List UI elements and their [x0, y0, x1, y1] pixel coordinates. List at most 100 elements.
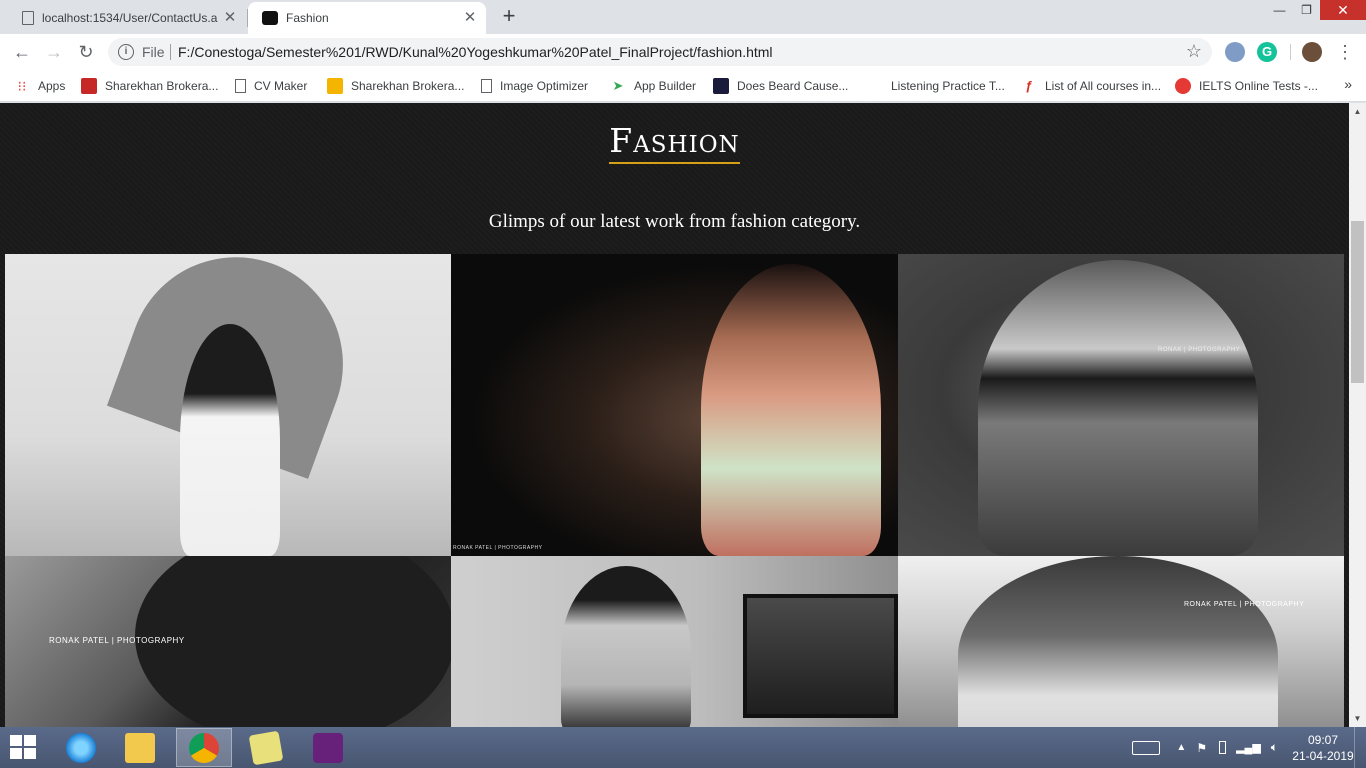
sticky-notes-icon[interactable] — [238, 728, 294, 767]
url-input[interactable] — [178, 42, 1168, 62]
grammarly-icon[interactable]: G — [1257, 42, 1277, 62]
bookmark-label: Apps — [38, 79, 66, 93]
file-explorer-icon[interactable] — [112, 728, 168, 767]
windows-taskbar: ▲ ⚑ ▂▄▆ 🔈︎ 09:07 21-04-2019 — [0, 727, 1366, 768]
vertical-scrollbar[interactable]: ▲ ▼ — [1349, 103, 1366, 727]
keyboard-icon[interactable] — [1132, 740, 1161, 755]
gallery-photo[interactable]: RONAK PATEL | PHOTOGRAPHY — [898, 556, 1344, 727]
close-icon[interactable]: ✕ — [462, 10, 478, 26]
scheme-label: File — [142, 44, 165, 60]
scroll-down-icon[interactable]: ▼ — [1349, 710, 1366, 727]
bookmark-item[interactable]: ƒ List of All courses in... — [1021, 76, 1161, 96]
chart-icon — [327, 78, 343, 94]
bookmark-label: Sharekhan Brokera... — [351, 79, 465, 93]
model-figure — [561, 566, 691, 727]
gallery-photo[interactable]: RONAK PATEL | PHOTOGRAPHY — [5, 556, 451, 727]
page-icon — [481, 79, 492, 93]
chevron-up-icon[interactable]: ▲ — [1176, 742, 1186, 753]
bookmark-item[interactable]: IELTS Online Tests -... — [1175, 76, 1318, 96]
bookmark-item[interactable]: Image Optimizer — [481, 76, 588, 96]
gallery-photo[interactable]: RONAK | PHOTOGRAPHY — [898, 254, 1344, 556]
battery-icon[interactable] — [1219, 741, 1227, 754]
back-arrow-icon[interactable]: ← — [10, 40, 34, 64]
model-figure — [701, 264, 881, 556]
divider — [170, 44, 171, 60]
bookmark-item[interactable]: CV Maker — [235, 76, 307, 96]
apps-grid-icon: ⁝⁝ — [17, 78, 27, 94]
divider — [1290, 44, 1291, 60]
clock[interactable]: 09:07 21-04-2019 — [1292, 732, 1354, 764]
internet-explorer-icon[interactable] — [53, 728, 109, 767]
camera-icon — [262, 11, 278, 25]
page-title-wrap: Fashion — [0, 121, 1349, 164]
photo-watermark: RONAK PATEL | PHOTOGRAPHY — [453, 545, 543, 551]
gallery-photo[interactable]: RONAK PATEL | PHOTOGRAPHY — [451, 254, 898, 556]
gallery-photo[interactable] — [451, 556, 898, 727]
gallery-photo[interactable] — [5, 254, 451, 556]
system-tray: ▲ ⚑ ▂▄▆ 🔈︎ 09:07 21-04-2019 — [1132, 727, 1366, 768]
model-figure — [180, 324, 280, 556]
chrome-icon[interactable] — [176, 728, 232, 767]
bookmark-label: App Builder — [634, 79, 697, 93]
scroll-up-icon[interactable]: ▲ — [1349, 103, 1366, 120]
bookmark-label: Image Optimizer — [500, 79, 589, 93]
ielts-icon — [1175, 78, 1191, 94]
tab-title: localhost:1534/User/ContactUs.a — [42, 11, 218, 25]
scroll-thumb[interactable] — [1351, 221, 1364, 383]
tab-fashion[interactable]: Fashion ✕ — [248, 2, 486, 34]
forward-arrow-icon[interactable]: → — [42, 40, 66, 64]
profile-avatar[interactable] — [1302, 42, 1322, 62]
visual-studio-icon[interactable] — [300, 728, 356, 767]
page-subtitle: Glimps of our latest work from fashion c… — [488, 211, 861, 232]
window-controls: — ❐ ✕ — [1266, 0, 1366, 22]
bookmark-item[interactable]: Does Beard Cause... — [713, 76, 848, 96]
bookmark-item[interactable]: ➤ App Builder — [610, 76, 697, 96]
photo-gallery: RONAK PATEL | PHOTOGRAPHY RONAK | PHOTOG… — [5, 254, 1344, 727]
photo-watermark: RONAK PATEL | PHOTOGRAPHY — [1184, 601, 1305, 608]
reload-icon[interactable]: ↻ — [74, 40, 98, 64]
new-tab-button[interactable]: + — [498, 5, 520, 28]
bookmark-item[interactable]: Listening Practice T... — [891, 76, 1005, 96]
browser-toolbar: ← → ↻ i File ☆ G ⋮ — [0, 34, 1366, 70]
clock-date: 21-04-2019 — [1292, 748, 1354, 763]
extension-icon[interactable] — [1225, 42, 1245, 62]
tab-title: Fashion — [286, 11, 329, 25]
picture-frame — [743, 594, 898, 718]
model-figure — [978, 260, 1258, 556]
bookmark-star-icon[interactable]: ☆ — [1186, 41, 1202, 62]
close-icon[interactable]: ✕ — [222, 10, 238, 26]
bookmarks-bar: ⁝⁝ Apps Sharekhan Brokera... CV Maker Sh… — [0, 70, 1366, 102]
page-icon — [22, 11, 34, 25]
bookmark-label: CV Maker — [254, 79, 308, 93]
info-icon[interactable]: i — [118, 44, 134, 60]
signal-icon[interactable]: ▂▄▆ — [1236, 741, 1261, 754]
paper-plane-icon: ➤ — [612, 78, 624, 93]
tab-strip: localhost:1534/User/ContactUs.a ✕ Fashio… — [0, 0, 1366, 34]
bookmark-label: Listening Practice T... — [891, 79, 1005, 93]
clock-time: 09:07 — [1307, 732, 1339, 747]
start-icon[interactable] — [10, 735, 38, 761]
bookmark-label: Sharekhan Brokera... — [105, 79, 219, 93]
photo-watermark: RONAK | PHOTOGRAPHY — [1158, 347, 1241, 353]
page-title: Fashion — [609, 121, 740, 164]
bookmark-apps[interactable]: ⁝⁝ Apps — [14, 76, 66, 96]
bookmark-item[interactable]: Sharekhan Brokera... — [81, 76, 218, 96]
sharekhan-icon — [81, 78, 97, 94]
photo-watermark: RONAK PATEL | PHOTOGRAPHY — [49, 636, 185, 645]
flag-icon[interactable]: ⚑ — [1196, 741, 1207, 755]
menu-dots-icon[interactable]: ⋮ — [1336, 40, 1354, 64]
bookmark-item[interactable]: Sharekhan Brokera... — [327, 76, 464, 96]
show-desktop-button[interactable] — [1354, 727, 1366, 768]
page-content: Fashion Glimps of our latest work from f… — [0, 103, 1349, 727]
volume-icon[interactable]: 🔈︎ — [1271, 740, 1278, 755]
model-figure — [958, 556, 1278, 727]
tab-contactus[interactable]: localhost:1534/User/ContactUs.a ✕ — [8, 2, 246, 34]
window-close-icon[interactable]: ✕ — [1320, 0, 1366, 20]
address-bar[interactable]: i File ☆ — [108, 38, 1212, 66]
bookmark-label: IELTS Online Tests -... — [1199, 79, 1318, 93]
minimize-icon[interactable]: — — [1266, 0, 1293, 20]
bookmarks-overflow-icon[interactable]: » — [1344, 76, 1352, 92]
quiz-icon: ƒ — [1025, 78, 1033, 93]
book-icon — [713, 78, 729, 94]
restore-icon[interactable]: ❐ — [1293, 0, 1320, 20]
